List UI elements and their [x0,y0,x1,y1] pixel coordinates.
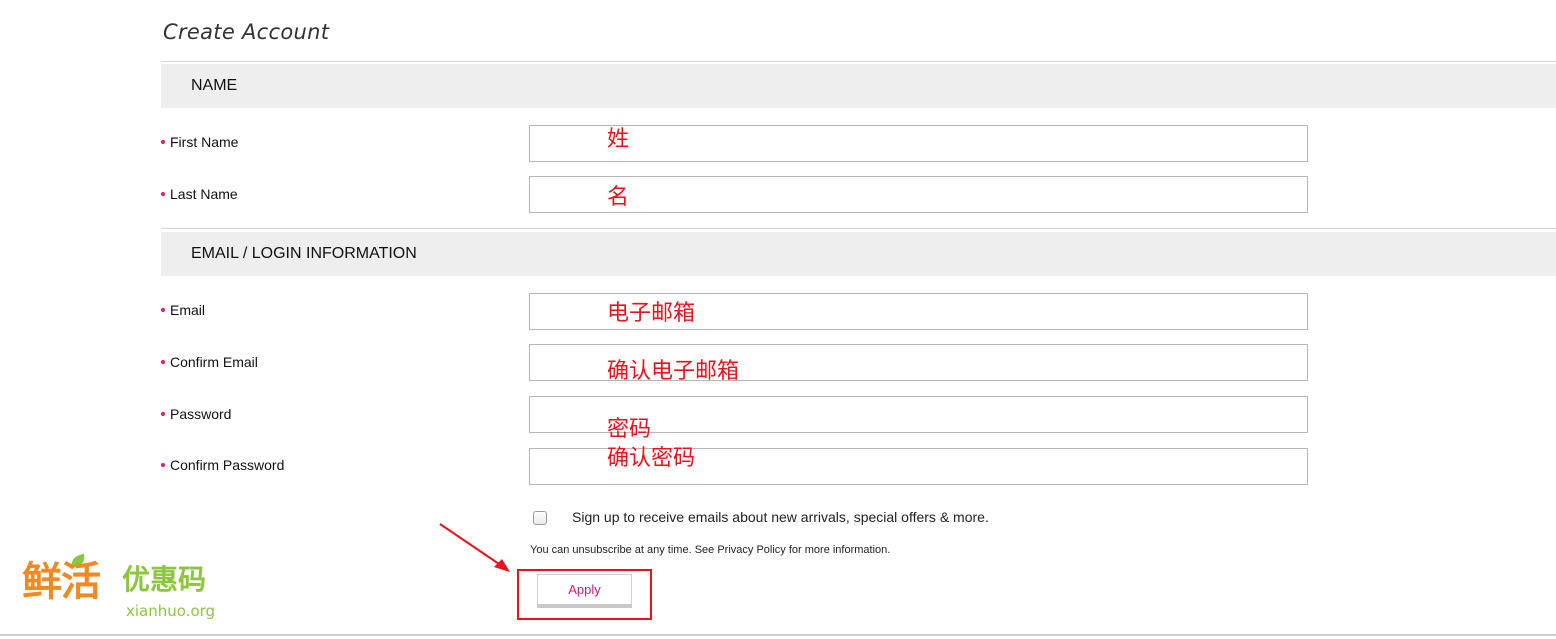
watermark-logo: 鲜活 优惠码 xianhuo.org [22,553,227,624]
label-text: Confirm Email [170,354,258,370]
label-confirm-password: Confirm Password [161,457,284,473]
page-title: Create Account [163,20,330,44]
divider [161,228,1556,229]
section-header-name: NAME [161,64,1556,108]
unsubscribe-note: You can unsubscribe at any time. See Pri… [530,544,890,556]
annotation-confirm-password: 确认密码 [607,446,696,471]
label-text: Email [170,302,206,318]
annotation-email: 电子邮箱 [607,301,696,326]
required-dot-icon [161,412,165,417]
section-title: EMAIL / LOGIN INFORMATION [191,245,417,262]
label-password: Password [161,406,231,422]
annotation-password: 密码 [607,417,652,442]
note-text: for more information. [785,544,891,556]
first-name-input[interactable] [529,125,1308,162]
label-text: Last Name [170,186,238,202]
newsletter-label: Sign up to receive emails about new arri… [572,509,989,525]
divider [161,61,1556,62]
watermark-tagline: 优惠码 [122,563,207,596]
note-text: You can unsubscribe at any time. See [530,544,718,556]
annotation-last-name: 名 [607,185,630,210]
required-dot-icon [161,360,165,365]
last-name-input[interactable] [529,176,1308,213]
watermark-brand: 鲜活 [22,559,101,605]
required-dot-icon [161,192,165,197]
label-email: Email [161,302,205,318]
annotation-confirm-email: 确认电子邮箱 [607,359,740,384]
label-text: First Name [170,134,239,150]
privacy-policy-link[interactable]: Privacy Policy [717,544,785,556]
watermark-url: xianhuo.org [126,602,216,620]
newsletter-checkbox[interactable] [533,511,547,525]
label-last-name: Last Name [161,186,238,202]
required-dot-icon [161,308,165,313]
label-text: Confirm Password [170,457,285,473]
label-text: Password [170,406,232,422]
section-title: NAME [191,77,238,94]
red-pointer-arrow-icon [439,523,510,572]
required-dot-icon [161,463,165,468]
apply-button[interactable]: Apply [537,574,632,608]
label-confirm-email: Confirm Email [161,354,258,370]
label-first-name: First Name [161,134,238,150]
section-header-email-login: EMAIL / LOGIN INFORMATION [161,232,1556,276]
required-dot-icon [161,140,165,145]
divider [0,634,1556,636]
annotation-first-name: 姓 [607,127,630,152]
